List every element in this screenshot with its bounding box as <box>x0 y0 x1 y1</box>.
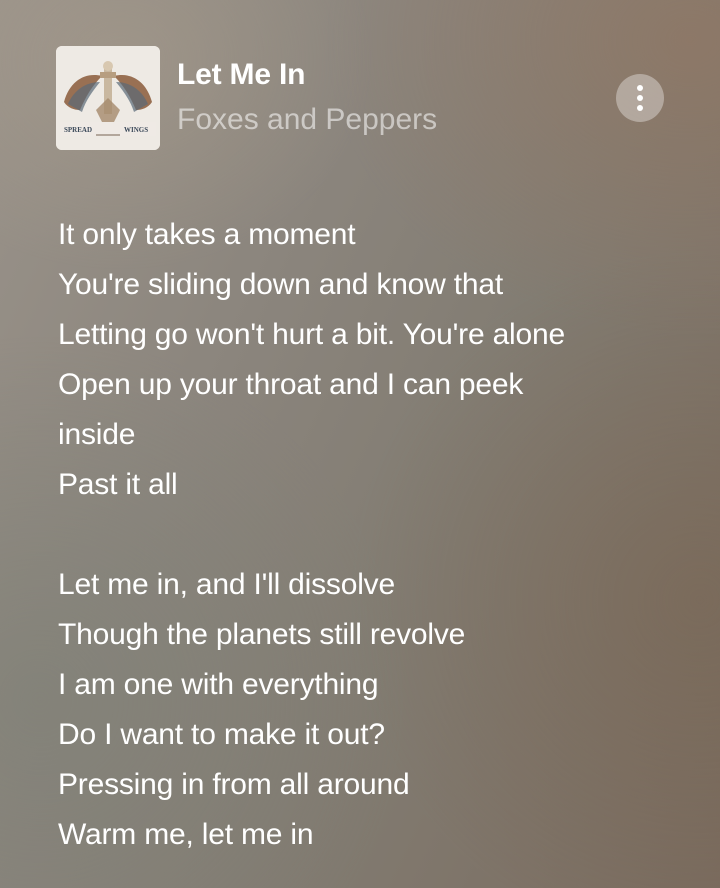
now-playing-header: SPREAD WINGS Let Me In Foxes and Peppers <box>56 46 664 152</box>
lyrics-stanza: It only takes a moment You're sliding do… <box>58 210 680 510</box>
lyrics-stanza: Let me in, and I'll dissolve Though the … <box>58 560 680 860</box>
song-title[interactable]: Let Me In <box>177 58 305 92</box>
lyric-line[interactable]: Let me in, and I'll dissolve <box>58 560 680 610</box>
more-vertical-icon <box>637 85 643 91</box>
more-vertical-icon-dot <box>637 95 643 101</box>
artist-name[interactable]: Foxes and Peppers <box>177 103 437 137</box>
more-options-button[interactable] <box>616 74 664 122</box>
album-text-right: WINGS <box>124 126 148 134</box>
lyric-line[interactable]: Letting go won't hurt a bit. You're alon… <box>58 310 680 360</box>
album-art[interactable]: SPREAD WINGS <box>56 46 160 150</box>
lyric-line[interactable]: Do I want to make it out? <box>58 710 680 760</box>
lyric-line[interactable]: Open up your throat and I can peek <box>58 360 680 410</box>
lyric-line[interactable]: inside <box>58 410 680 460</box>
album-cover-icon: SPREAD WINGS <box>56 46 160 150</box>
lyric-line[interactable]: Pressing in from all around <box>58 760 680 810</box>
more-vertical-icon-dot <box>637 105 643 111</box>
album-text-left: SPREAD <box>64 126 92 134</box>
lyric-line[interactable]: It only takes a moment <box>58 210 680 260</box>
lyric-line[interactable]: I am one with everything <box>58 660 680 710</box>
lyric-line[interactable]: Warm me, let me in <box>58 810 680 860</box>
lyrics-container: It only takes a moment You're sliding do… <box>58 210 680 888</box>
lyric-line[interactable]: You're sliding down and know that <box>58 260 680 310</box>
lyric-line[interactable]: Past it all <box>58 460 680 510</box>
lyric-line[interactable]: Though the planets still revolve <box>58 610 680 660</box>
